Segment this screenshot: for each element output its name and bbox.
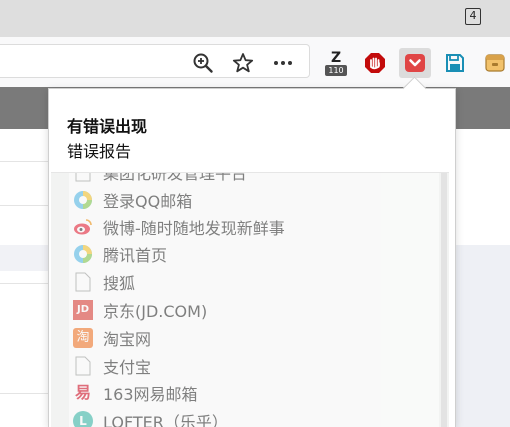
list-item[interactable]: 集团化研发管理平台 [69, 173, 247, 185]
qq-icon [73, 190, 93, 210]
netease-icon: 易 [73, 383, 93, 403]
error-popup: 有错误出现 错误报告 集团化研发管理平台 登录QQ邮箱 微博-随时随地发现新鲜事… [48, 88, 456, 427]
weibo-icon [73, 217, 93, 237]
page-divider [0, 283, 48, 284]
page-divider [0, 205, 48, 206]
list-item-label: 集团化研发管理平台 [103, 173, 248, 183]
error-report-link[interactable]: 错误报告 [67, 138, 131, 162]
more-menu-icon[interactable] [271, 51, 295, 75]
page-gray-row [0, 245, 48, 271]
list-item[interactable]: 搜狐 [69, 269, 135, 295]
generic-page-icon [73, 272, 93, 292]
zotero-count-badge: 110 [325, 65, 347, 76]
list-item-label: LOFTER（乐乎） [103, 413, 228, 427]
list-item[interactable]: 腾讯首页 [69, 241, 167, 267]
pocket-icon[interactable] [403, 51, 427, 75]
generic-page-icon [73, 356, 93, 376]
jd-icon: JD [73, 300, 93, 320]
generic-page-icon [73, 173, 93, 182]
bookmark-list[interactable]: 集团化研发管理平台 登录QQ邮箱 微博-随时随地发现新鲜事 腾讯首页 搜狐 JD… [69, 173, 439, 427]
lofter-icon-text: L [73, 411, 93, 427]
save-icon[interactable] [443, 51, 467, 75]
list-item-label: 京东(JD.COM) [103, 302, 208, 321]
tab-strip: 4 [0, 0, 510, 37]
page-side-panel [456, 245, 510, 427]
netease-icon-text: 易 [74, 383, 91, 402]
list-item-label: 淘宝网 [103, 330, 152, 349]
list-item[interactable]: 淘 淘宝网 [69, 325, 151, 351]
popup-title: 有错误出现 [67, 117, 148, 136]
page-divider [0, 393, 48, 394]
list-scrollbar[interactable] [441, 173, 447, 427]
taobao-icon: 淘 [73, 328, 93, 348]
list-item-label: 登录QQ邮箱 [103, 192, 193, 211]
list-item[interactable]: 登录QQ邮箱 [69, 187, 192, 213]
navigation-toolbar [0, 37, 510, 87]
list-item-label: 搜狐 [103, 274, 136, 293]
ublock-icon[interactable] [363, 51, 387, 75]
extension-icon[interactable] [483, 51, 507, 75]
list-item-label: 163网易邮箱 [103, 385, 198, 404]
list-item[interactable]: 微博-随时随地发现新鲜事 [69, 214, 285, 240]
zoom-in-icon[interactable] [191, 51, 215, 75]
list-item[interactable]: 支付宝 [69, 353, 151, 379]
zotero-badge-icon[interactable]: Z 110 [325, 50, 347, 77]
tab-count-button[interactable]: 4 [465, 8, 481, 25]
lofter-icon: L [73, 411, 93, 427]
list-item[interactable]: 易 163网易邮箱 [69, 380, 198, 406]
list-item-label: 腾讯首页 [103, 246, 168, 265]
jd-icon-text: JD [73, 300, 93, 320]
list-item[interactable]: JD 京东(JD.COM) [69, 297, 207, 323]
qq-icon [73, 244, 93, 264]
taobao-icon-text: 淘 [73, 328, 93, 348]
list-item[interactable]: L LOFTER（乐乎） [69, 408, 228, 427]
url-bar[interactable] [0, 44, 310, 78]
bookmark-list-panel: 集团化研发管理平台 登录QQ邮箱 微博-随时随地发现新鲜事 腾讯首页 搜狐 JD… [51, 172, 449, 427]
page-divider [0, 161, 48, 162]
zotero-letter: Z [331, 50, 342, 66]
star-bookmark-icon[interactable] [231, 51, 255, 75]
list-item-label: 支付宝 [103, 358, 152, 377]
list-item-label: 微博-随时随地发现新鲜事 [103, 219, 285, 238]
